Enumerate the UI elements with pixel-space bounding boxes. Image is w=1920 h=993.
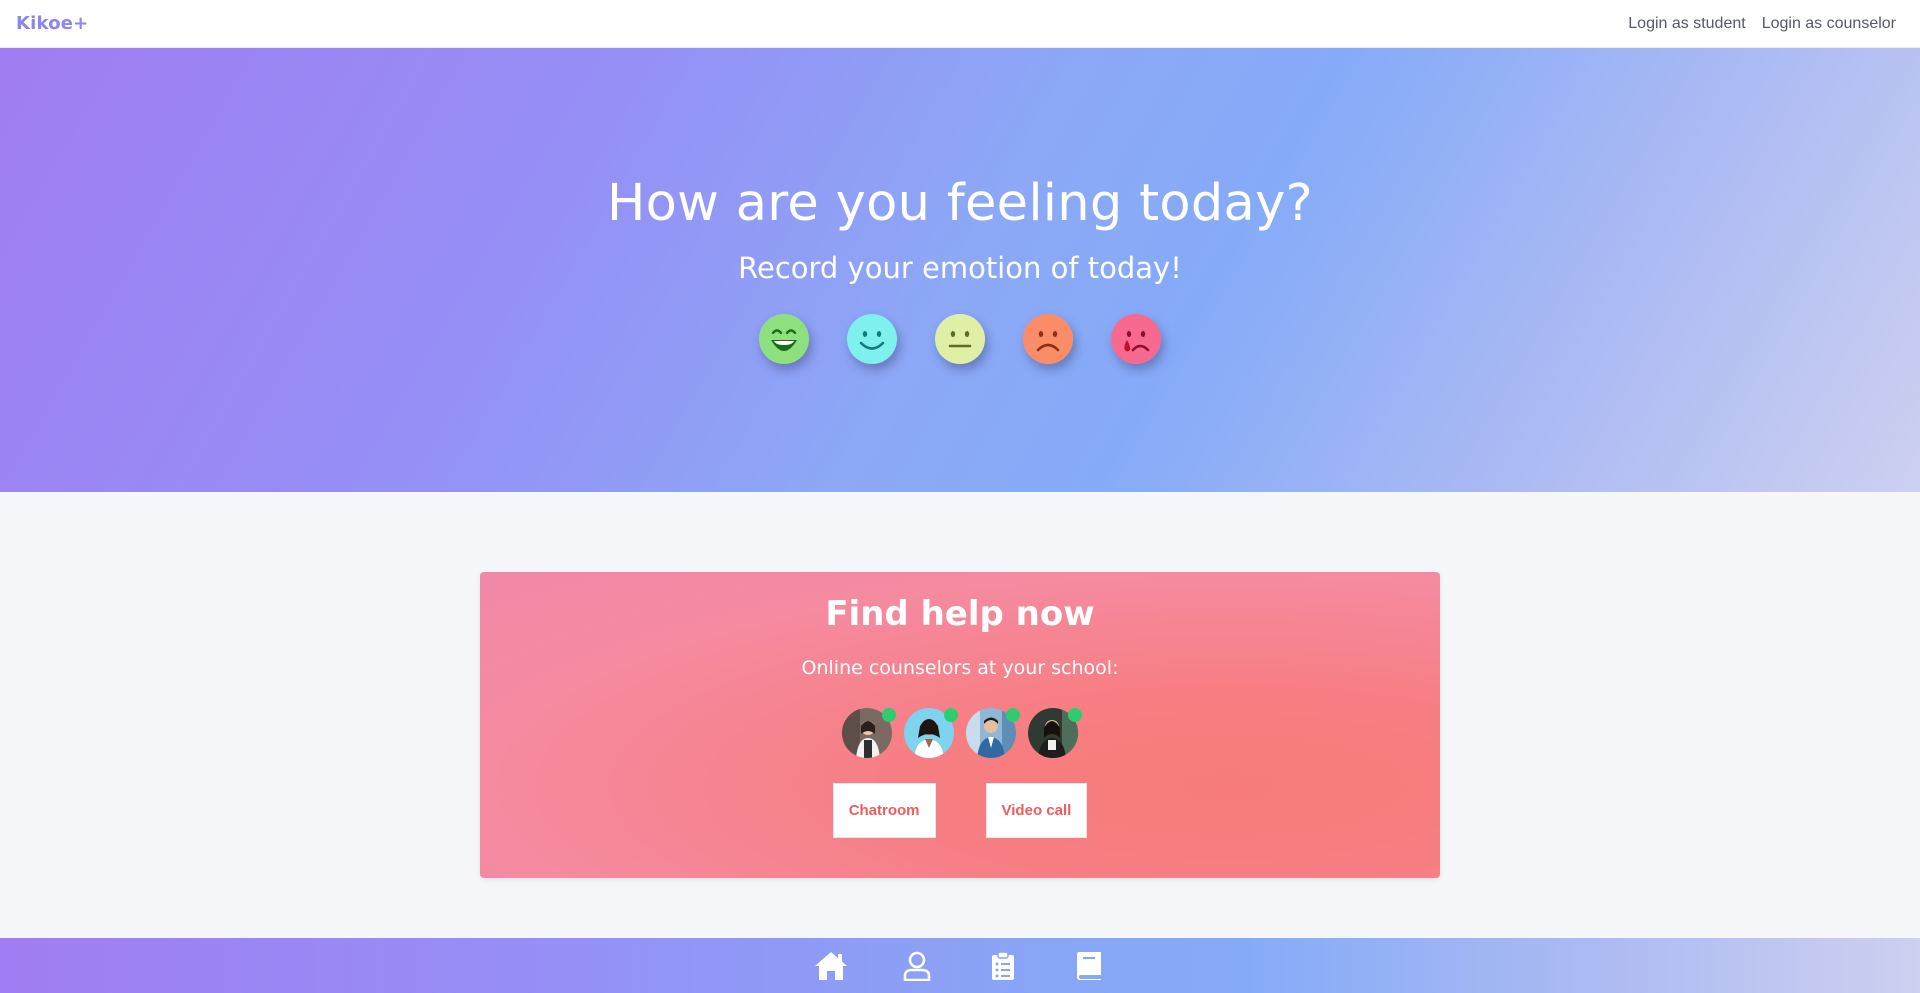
online-status-dot [1006, 708, 1020, 722]
emotion-picker [0, 314, 1920, 364]
book-icon[interactable] [1071, 948, 1107, 984]
counselor-avatars [480, 708, 1440, 758]
counselor-avatar[interactable] [966, 708, 1020, 758]
login-student-link[interactable]: Login as student [1628, 15, 1745, 33]
sad-emoji-icon[interactable] [1023, 314, 1073, 364]
find-help-card: Find help now Online counselors at your … [480, 572, 1440, 878]
happy-emoji-icon[interactable] [847, 314, 897, 364]
online-status-dot [882, 708, 896, 722]
hero-title: How are you feeling today? [607, 174, 1313, 233]
counselor-avatar[interactable] [1028, 708, 1082, 758]
very-happy-emoji-icon[interactable] [759, 314, 809, 364]
video-call-button[interactable]: Video call [985, 783, 1088, 838]
nav-links: Login as student Login as counselor [1628, 15, 1896, 33]
user-icon[interactable] [899, 948, 935, 984]
neutral-emoji-icon[interactable] [935, 314, 985, 364]
help-actions: Chatroom Video call [480, 783, 1440, 838]
login-counselor-link[interactable]: Login as counselor [1762, 15, 1896, 33]
chatroom-button[interactable]: Chatroom [832, 783, 936, 838]
home-icon[interactable] [813, 948, 849, 984]
bottom-navbar [0, 938, 1920, 993]
counselor-avatar[interactable] [904, 708, 958, 758]
hero-subtitle: Record your emotion of today! [738, 251, 1182, 285]
top-navbar: Kikoe+ Login as student Login as counsel… [0, 0, 1920, 48]
clipboard-icon[interactable] [985, 948, 1021, 984]
hero-section: How are you feeling today? Record your e… [0, 48, 1920, 492]
online-status-dot [944, 708, 958, 722]
online-counselors-label: Online counselors at your school: [801, 657, 1119, 679]
counselor-avatar[interactable] [842, 708, 896, 758]
brand-logo[interactable]: Kikoe+ [16, 13, 88, 34]
online-status-dot [1068, 708, 1082, 722]
crying-emoji-icon[interactable] [1111, 314, 1161, 364]
find-help-title: Find help now [825, 594, 1095, 634]
